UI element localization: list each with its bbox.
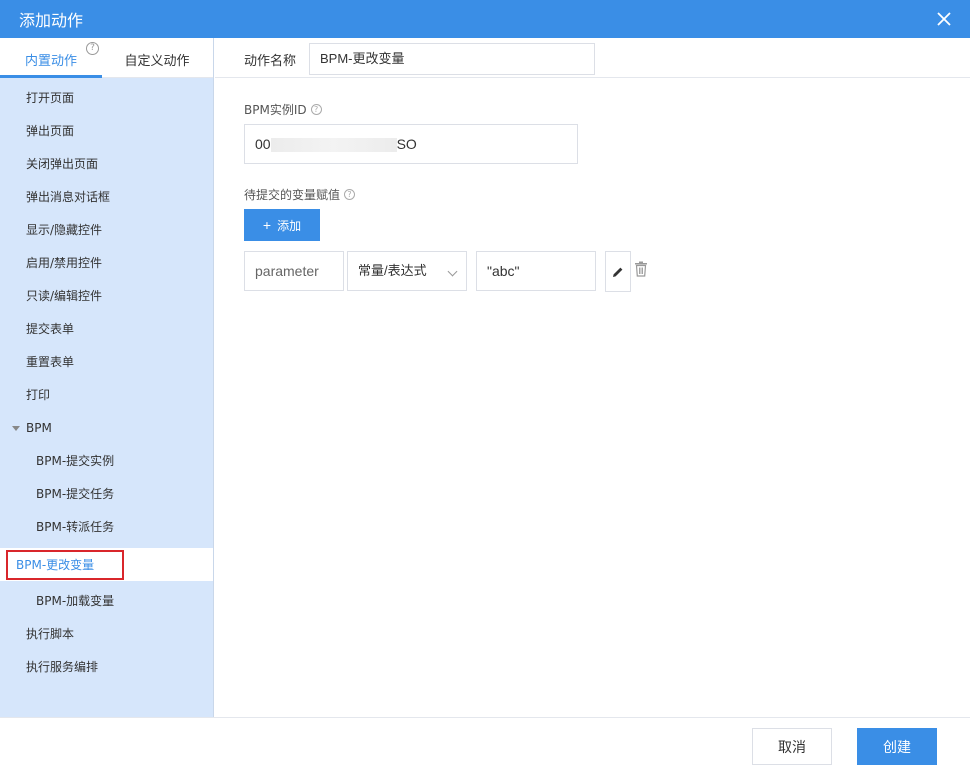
list-item[interactable]: 弹出页面	[0, 115, 213, 148]
list-item-selected[interactable]: BPM-更改变量	[0, 548, 213, 581]
tab-custom-actions[interactable]: 自定义动作	[102, 38, 212, 78]
plus-icon: +	[262, 217, 272, 233]
instance-id-input[interactable]: 00 SO	[244, 124, 578, 164]
value-type-label: 常量/表达式	[358, 263, 427, 278]
action-config-panel: 动作名称 BPM-更改变量 BPM实例ID ? 00 SO 待提交的变量赋值 ? …	[215, 38, 970, 717]
selected-action-label: BPM-更改变量	[6, 549, 124, 580]
dialog-header: 添加动作	[0, 0, 970, 38]
edit-button[interactable]	[605, 251, 631, 292]
action-list: 打开页面 弹出页面 关闭弹出页面 弹出消息对话框 显示/隐藏控件 启用/禁用控件…	[0, 78, 213, 684]
list-item[interactable]: 打印	[0, 379, 213, 412]
close-icon[interactable]	[934, 9, 954, 29]
help-icon[interactable]: ?	[86, 42, 99, 55]
instance-id-label: BPM实例ID	[244, 103, 307, 117]
help-icon[interactable]: ?	[310, 104, 322, 115]
variable-value-input[interactable]: "abc"	[476, 251, 596, 291]
add-variable-button[interactable]: + 添加	[244, 209, 320, 241]
instance-id-suffix: SO	[396, 136, 417, 152]
pencil-icon	[613, 267, 623, 277]
redacted-text	[270, 138, 397, 153]
instance-id-label-row: BPM实例ID ?	[244, 101, 322, 118]
instance-id-prefix: 00	[255, 136, 271, 152]
vars-label-row: 待提交的变量赋值 ?	[244, 186, 356, 203]
list-item[interactable]: 提交表单	[0, 313, 213, 346]
vars-label: 待提交的变量赋值	[244, 188, 341, 202]
bpm-group-toggle[interactable]: BPM	[0, 412, 213, 445]
list-item[interactable]: 执行脚本	[0, 618, 213, 651]
action-name-label: 动作名称	[244, 54, 297, 69]
bpm-group-label: BPM	[26, 421, 52, 435]
list-item[interactable]: BPM-加载变量	[0, 585, 213, 618]
list-item[interactable]: 关闭弹出页面	[0, 148, 213, 181]
list-item[interactable]: 打开页面	[0, 82, 213, 115]
list-item[interactable]: BPM-转派任务	[0, 511, 213, 544]
list-item[interactable]: 启用/禁用控件	[0, 247, 213, 280]
dialog-title: 添加动作	[19, 11, 84, 30]
help-icon[interactable]: ?	[344, 189, 356, 200]
action-name-row: 动作名称 BPM-更改变量	[215, 38, 970, 78]
list-item[interactable]: 只读/编辑控件	[0, 280, 213, 313]
dialog-footer: 取消 创建	[0, 717, 970, 772]
variable-name-input[interactable]: parameter	[244, 251, 344, 291]
add-button-label: 添加	[277, 218, 302, 233]
cancel-button[interactable]: 取消	[752, 728, 832, 765]
list-item[interactable]: 执行服务编排	[0, 651, 213, 684]
add-action-dialog: 添加动作 内置动作 ? 自定义动作 打开页面 弹出页面 关闭弹出页面 弹出消息对…	[0, 0, 970, 772]
action-tabs: 内置动作 ? 自定义动作	[0, 38, 213, 78]
caret-down-icon	[12, 426, 20, 431]
list-item[interactable]: 重置表单	[0, 346, 213, 379]
list-item[interactable]: BPM-提交实例	[0, 445, 213, 478]
chevron-down-icon	[447, 266, 458, 277]
action-sidebar: 内置动作 ? 自定义动作 打开页面 弹出页面 关闭弹出页面 弹出消息对话框 显示…	[0, 38, 214, 717]
value-type-select[interactable]: 常量/表达式	[347, 251, 467, 291]
action-name-input[interactable]: BPM-更改变量	[309, 43, 595, 75]
trash-icon[interactable]	[634, 261, 648, 277]
create-button[interactable]: 创建	[857, 728, 937, 765]
list-item[interactable]: 显示/隐藏控件	[0, 214, 213, 247]
list-item[interactable]: 弹出消息对话框	[0, 181, 213, 214]
list-item[interactable]: BPM-提交任务	[0, 478, 213, 511]
